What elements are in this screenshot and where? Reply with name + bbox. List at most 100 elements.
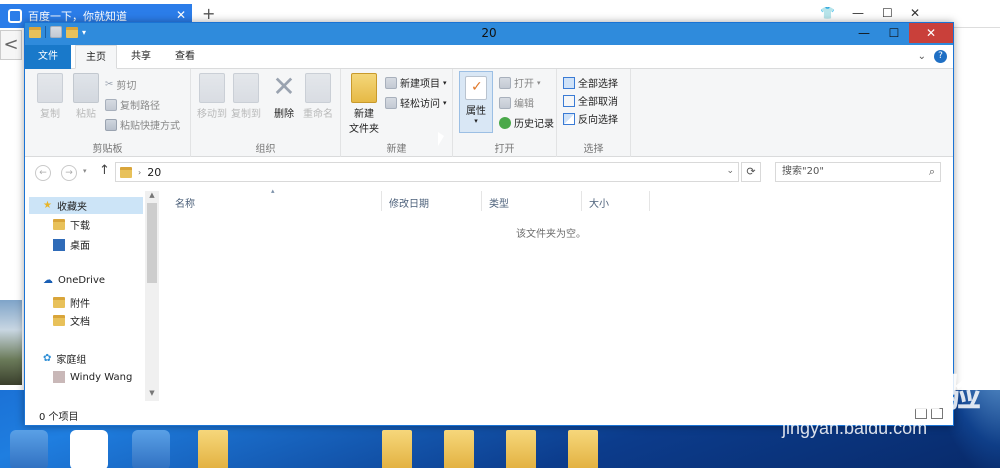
open-button[interactable]: 打开 ▾: [499, 75, 541, 90]
address-bar[interactable]: › 20 ⌄: [115, 162, 739, 182]
nav-label: 家庭组: [56, 355, 87, 366]
browser-maximize-button[interactable]: ☐: [882, 6, 893, 20]
tab-share[interactable]: 共享: [121, 45, 161, 69]
group-clipboard: 复制 粘贴 ✂ 剪切 复制路径 粘贴快捷方式 剪贴板: [25, 69, 191, 157]
history-label: 历史记录: [514, 119, 554, 130]
paste-shortcut-label: 粘贴快捷方式: [120, 121, 180, 132]
paste-icon: [73, 73, 99, 103]
column-divider[interactable]: [381, 191, 382, 211]
properties-button[interactable]: ✓ 属性 ▾: [459, 71, 493, 133]
browser-minimize-button[interactable]: —: [852, 6, 864, 20]
item-count: 0 个项目: [39, 412, 79, 423]
tab-home[interactable]: 主页: [75, 45, 117, 69]
nav-item-documents[interactable]: 文档: [53, 313, 90, 328]
scroll-thumb[interactable]: [147, 203, 157, 283]
nav-label: Windy Wang: [70, 371, 133, 383]
nav-item-favorites[interactable]: ★ 收藏夹: [29, 197, 143, 214]
desktop-icon-folder[interactable]: [568, 430, 598, 468]
nav-item-desktop[interactable]: 桌面: [53, 237, 90, 252]
cut-button[interactable]: ✂ 剪切: [105, 77, 136, 92]
desktop-icon-baidu[interactable]: [70, 430, 108, 468]
column-divider[interactable]: [649, 191, 650, 211]
easy-access-dropdown-icon: ▾: [443, 98, 447, 107]
nav-item-user[interactable]: Windy Wang: [53, 371, 132, 383]
browser-close-button[interactable]: ✕: [910, 6, 920, 20]
select-all-icon: [563, 76, 575, 89]
paste-button[interactable]: 粘贴: [69, 73, 103, 120]
select-none-button[interactable]: 全部取消: [563, 93, 618, 108]
rename-button[interactable]: 重命名: [301, 73, 335, 120]
tab-file[interactable]: 文件: [25, 45, 71, 69]
copy-to-icon: [233, 73, 259, 103]
title-bar[interactable]: ▾ 20 — ☐ ✕: [25, 23, 953, 45]
move-to-button[interactable]: 移动到: [195, 73, 229, 120]
edit-button[interactable]: 编辑: [499, 95, 534, 110]
copy-label: 复制: [40, 109, 60, 120]
select-all-button[interactable]: 全部选择: [563, 75, 618, 90]
recent-locations-icon[interactable]: ▾: [83, 167, 87, 175]
maximize-button[interactable]: ☐: [879, 23, 909, 43]
new-item-button[interactable]: 新建项目 ▾: [385, 75, 447, 90]
desktop-icon-folder[interactable]: [382, 430, 412, 468]
checkmark-icon: ✓: [471, 79, 483, 95]
edit-icon: [499, 96, 511, 109]
easy-access-icon: [385, 96, 397, 109]
column-header-type[interactable]: 类型: [489, 195, 509, 210]
minimize-button[interactable]: —: [849, 23, 879, 43]
nav-item-attachments[interactable]: 附件: [53, 295, 90, 310]
desktop-icon-archive-2[interactable]: [132, 430, 170, 468]
open-icon: [499, 76, 511, 89]
nav-item-downloads[interactable]: 下载: [53, 217, 90, 232]
desktop-icon-folder[interactable]: [506, 430, 536, 468]
desktop-icon-folder[interactable]: [198, 430, 228, 468]
new-tab-button[interactable]: +: [202, 4, 215, 23]
scroll-up-icon[interactable]: ▲: [145, 191, 159, 199]
ribbon-expand-icon[interactable]: ⌄: [918, 51, 926, 62]
group-label-open: 打开: [494, 144, 515, 155]
delete-button[interactable]: ✕ 删除: [267, 73, 301, 121]
nav-scrollbar[interactable]: ▲ ▼: [145, 191, 159, 401]
nav-label: 附件: [70, 299, 90, 310]
desktop-icon-folder[interactable]: [444, 430, 474, 468]
column-divider[interactable]: [481, 191, 482, 211]
column-header-size[interactable]: 大小: [589, 195, 609, 210]
nav-item-homegroup[interactable]: ✿ 家庭组: [43, 351, 86, 366]
easy-access-button[interactable]: 轻松访问 ▾: [385, 95, 447, 110]
nav-label: 桌面: [70, 241, 90, 252]
help-icon[interactable]: ?: [934, 50, 947, 63]
group-label-select: 选择: [583, 144, 604, 155]
invert-selection-button[interactable]: 反向选择: [563, 111, 618, 126]
address-dropdown-icon[interactable]: ⌄: [726, 166, 734, 176]
close-button[interactable]: ✕: [909, 23, 953, 43]
nav-label: OneDrive: [58, 275, 106, 286]
column-header-name[interactable]: 名称: [175, 195, 195, 210]
tab-close-icon[interactable]: ✕: [176, 8, 186, 22]
copy-to-button[interactable]: 复制到: [229, 73, 263, 120]
copy-button[interactable]: 复制: [33, 73, 67, 120]
browser-back-button[interactable]: <: [0, 30, 22, 60]
nav-label: 文档: [70, 317, 90, 328]
new-item-dropdown-icon: ▾: [443, 78, 447, 87]
forward-arrow-icon[interactable]: →: [61, 165, 77, 181]
navigation-bar: ← → ▾ ↑ › 20 ⌄ ⟳ 搜索"20" ⌕: [25, 157, 953, 189]
copy-path-button[interactable]: 复制路径: [105, 97, 160, 112]
tab-view[interactable]: 查看: [165, 45, 205, 69]
desktop-icon-archive[interactable]: [10, 430, 48, 468]
back-arrow-icon[interactable]: ←: [35, 165, 51, 181]
skin-icon[interactable]: 👕: [820, 6, 835, 20]
copy-icon: [37, 73, 63, 103]
copy-to-label: 复制到: [231, 109, 261, 120]
group-open: ✓ 属性 ▾ 打开 ▾ 编辑 历史记录 打开: [453, 69, 557, 157]
scroll-down-icon[interactable]: ▼: [145, 389, 159, 397]
column-header-modified[interactable]: 修改日期: [389, 195, 429, 210]
group-label-organize: 组织: [255, 144, 276, 155]
column-divider[interactable]: [581, 191, 582, 211]
new-folder-button[interactable]: 新建 文件夹: [345, 73, 383, 135]
ribbon-tabs: 文件 主页 共享 查看 ⌄ ?: [25, 45, 953, 69]
up-arrow-icon[interactable]: ↑: [99, 163, 110, 178]
history-button[interactable]: 历史记录: [499, 115, 554, 130]
refresh-button[interactable]: ⟳: [741, 162, 761, 182]
paste-shortcut-button[interactable]: 粘贴快捷方式: [105, 117, 180, 132]
nav-item-onedrive[interactable]: ☁ OneDrive: [43, 275, 105, 286]
search-input[interactable]: 搜索"20" ⌕: [775, 162, 941, 182]
